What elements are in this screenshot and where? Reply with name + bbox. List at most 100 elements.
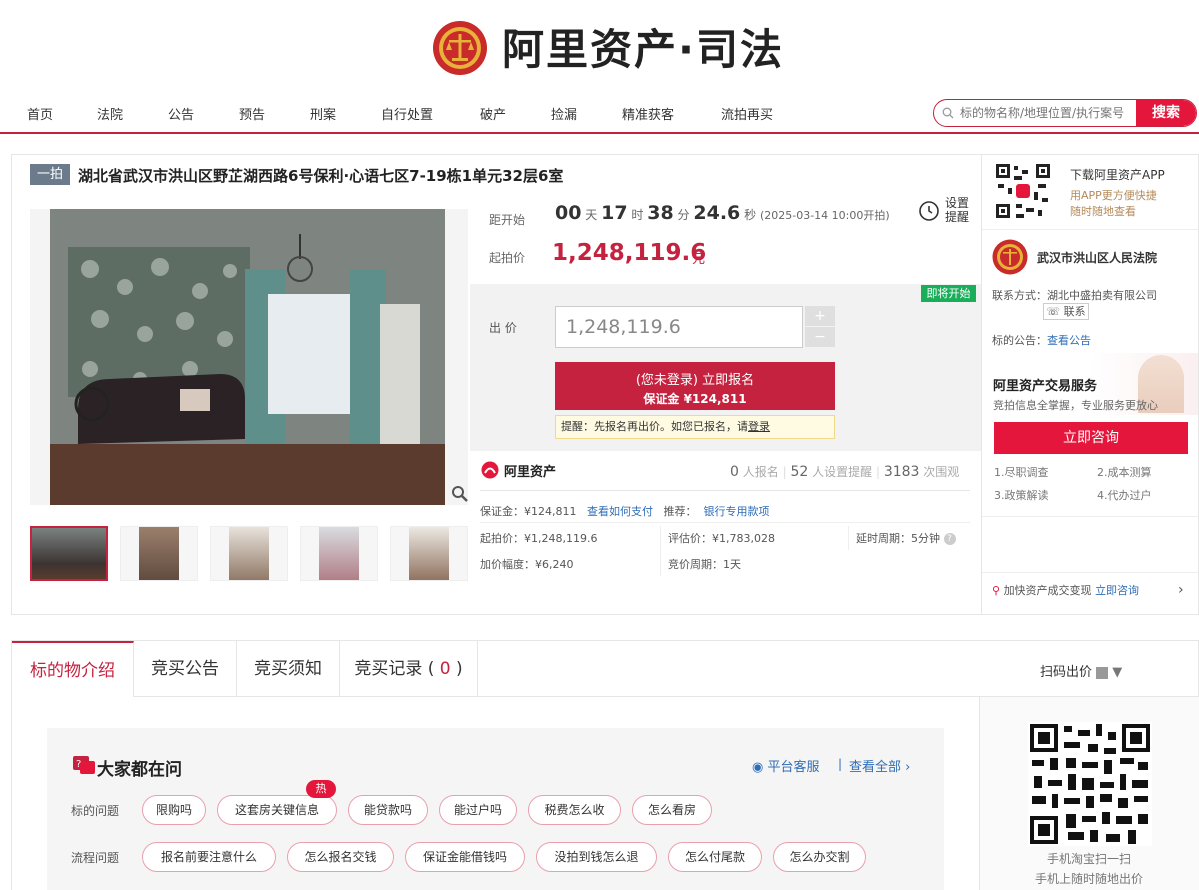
nav-item-court[interactable]: 法院 — [97, 104, 123, 123]
faq-chip[interactable]: 没拍到钱怎么退 — [536, 842, 657, 872]
faq-chip[interactable]: 能贷款吗 — [348, 795, 428, 825]
increase-bid-button[interactable]: + — [805, 306, 835, 326]
thumbnail-4[interactable] — [300, 526, 378, 581]
bank-link[interactable]: 银行专用款项 — [704, 505, 770, 518]
site-title: 阿里资产·司法 — [502, 25, 784, 74]
tab-item-intro[interactable]: 标的物介绍 — [12, 641, 134, 697]
increment-info: 加价幅度：¥6,240 — [480, 558, 574, 571]
nav-item-home[interactable]: 首页 — [27, 104, 53, 123]
zoom-icon[interactable] — [451, 485, 469, 503]
countdown-seconds: 24.6 — [693, 202, 741, 224]
faq-chip[interactable]: 能过户吗 — [439, 795, 517, 825]
faq-chip[interactable]: 怎么报名交钱 — [287, 842, 394, 872]
login-tip: 提醒：先报名再出价。如您已报名，请登录 — [555, 415, 835, 439]
countdown-minutes: 38 — [647, 202, 674, 224]
countdown-days: 00 — [555, 202, 582, 224]
bid-amount-input[interactable]: 1,248,119.6 — [555, 306, 803, 348]
faq-chip[interactable]: 保证金能借钱吗 — [405, 842, 525, 872]
view-notice-link[interactable]: 查看公告 — [1047, 334, 1091, 347]
court-name[interactable]: 武汉市洪山区人民法院 — [1037, 249, 1157, 266]
faq-chip[interactable]: 限购吗 — [142, 795, 206, 825]
court-emblem-icon — [433, 21, 487, 75]
faq-chip[interactable]: 税费怎么收 — [528, 795, 621, 825]
item-title: 湖北省武汉市洪山区野芷湖西路6号保利·心语七区7-19栋1单元32层6室 — [78, 167, 564, 185]
tab-bid-records[interactable]: 竞买记录 ( 0 ) — [340, 641, 478, 697]
app-qr-code — [994, 162, 1052, 220]
signup-button[interactable]: (您未登录) 立即报名 保证金 ¥124,811 — [555, 362, 835, 410]
speed-icon: ⚲ — [992, 584, 1001, 597]
status-badge: 即将开始 — [921, 285, 976, 302]
app-download-title[interactable]: 下载阿里资产APP — [1070, 166, 1165, 183]
start-price-info: 起拍价：¥1,248,119.6 — [480, 532, 598, 545]
tab-auction-rules[interactable]: 竞买须知 — [237, 641, 340, 697]
nav-item-notice[interactable]: 公告 — [168, 104, 194, 123]
thumbnail-5[interactable] — [390, 526, 468, 581]
service-item[interactable]: 2.成本测算 — [1097, 464, 1152, 480]
set-reminder-button[interactable]: 设置提醒 — [917, 196, 973, 224]
thumbnail-2[interactable] — [120, 526, 198, 581]
nav-item-precise[interactable]: 精准获客 — [622, 104, 674, 123]
scan-bid-button[interactable]: 扫码出价 ▼ — [1040, 661, 1122, 680]
eval-price-info: 评估价：¥1,783,028 — [668, 532, 775, 545]
contact-button[interactable]: ☏ 联系 — [1043, 303, 1089, 320]
qr-caption: 手机淘宝扫一扫 — [1046, 852, 1131, 866]
login-link[interactable]: 登录 — [748, 420, 770, 433]
search-bar: 搜索 — [933, 99, 1197, 127]
nav-item-self-disposal[interactable]: 自行处置 — [381, 104, 433, 123]
search-icon — [942, 107, 954, 119]
thumbnail-3[interactable] — [210, 526, 288, 581]
help-icon[interactable]: ? — [943, 533, 956, 545]
nav-item-criminal[interactable]: 刑案 — [310, 104, 336, 123]
living-room-image — [50, 209, 445, 505]
start-price: 1,248,119.6 — [552, 240, 707, 266]
ali-logo-icon — [481, 461, 499, 479]
bid-label: 出 价 — [489, 321, 517, 335]
view-all-link[interactable]: 查看全部 › — [849, 756, 910, 775]
auction-round-tag: 一拍 — [30, 164, 70, 185]
consult-button[interactable]: 立即咨询 — [994, 422, 1188, 454]
faq-chip[interactable]: 怎么办交割 — [773, 842, 866, 872]
service-item[interactable]: 4.代办过户 — [1097, 487, 1152, 503]
divider — [982, 516, 1198, 517]
how-to-pay-link[interactable]: 查看如何支付 — [587, 505, 653, 518]
speed-up-banner[interactable]: ⚲ 加快资产成交变现 立即咨询 — [992, 582, 1139, 598]
decrease-bid-button[interactable]: − — [805, 327, 835, 347]
tab-auction-notice[interactable]: 竞买公告 — [134, 641, 237, 697]
service-desc: 竞拍信息全掌握，专业服务更放心 — [993, 399, 1158, 412]
set-reminder-label: 设置提醒 — [945, 196, 970, 224]
service-title: 阿里资产交易服务 — [993, 379, 1098, 394]
auction-stats: 0 人报名 | 52 人设置提醒 | 3183 次围观 — [730, 464, 960, 480]
deposit-info: 保证金：¥124,811 查看如何支付 推荐： 银行专用款项 — [480, 505, 770, 518]
nav-item-preview[interactable]: 预告 — [239, 104, 265, 123]
chevron-right-icon[interactable]: › — [1178, 582, 1184, 598]
chevron-right-icon: › — [905, 760, 911, 775]
main-photo[interactable] — [30, 209, 468, 505]
customer-service-link[interactable]: ◉ 平台客服 — [752, 756, 820, 775]
search-button[interactable]: 搜索 — [1136, 100, 1196, 126]
thumbnail-1[interactable] — [30, 526, 108, 581]
period-info: 竞价周期：1天 — [668, 558, 741, 571]
divider — [982, 229, 1198, 230]
start-price-label: 起拍价 — [489, 251, 526, 265]
qr-icon — [1096, 666, 1109, 679]
contact-info: 联系方式：湖北中盛拍卖有限公司 — [992, 289, 1157, 302]
service-item[interactable]: 1.尽职调查 — [994, 464, 1049, 480]
qr-caption: 手机上随时随地出价 — [1034, 872, 1143, 886]
faq-chip[interactable]: 这套房关键信息 — [217, 795, 337, 825]
nav-item-bargain[interactable]: 捡漏 — [551, 104, 577, 123]
headset-icon: ◉ — [752, 760, 764, 775]
nav-item-rebuy[interactable]: 流拍再买 — [721, 104, 773, 123]
service-item[interactable]: 3.政策解读 — [994, 487, 1049, 503]
search-input[interactable] — [960, 103, 1140, 123]
faq-chip[interactable]: 报名前要注意什么 — [142, 842, 276, 872]
countdown: 00 天 17 时 38 分 24.6 秒 (2025-03-14 10:00开… — [555, 202, 890, 224]
divider — [480, 490, 970, 491]
start-time: (2025-03-14 10:00开拍) — [759, 209, 890, 222]
nav-item-bankruptcy[interactable]: 破产 — [480, 104, 506, 123]
faq-chip[interactable]: 怎么付尾款 — [668, 842, 762, 872]
faq-chip[interactable]: 怎么看房 — [632, 795, 712, 825]
court-emblem-icon — [992, 239, 1028, 275]
faq-row-label: 标的问题 — [71, 804, 120, 818]
item-notice: 标的公告：查看公告 — [992, 334, 1091, 347]
clock-icon — [919, 201, 939, 221]
